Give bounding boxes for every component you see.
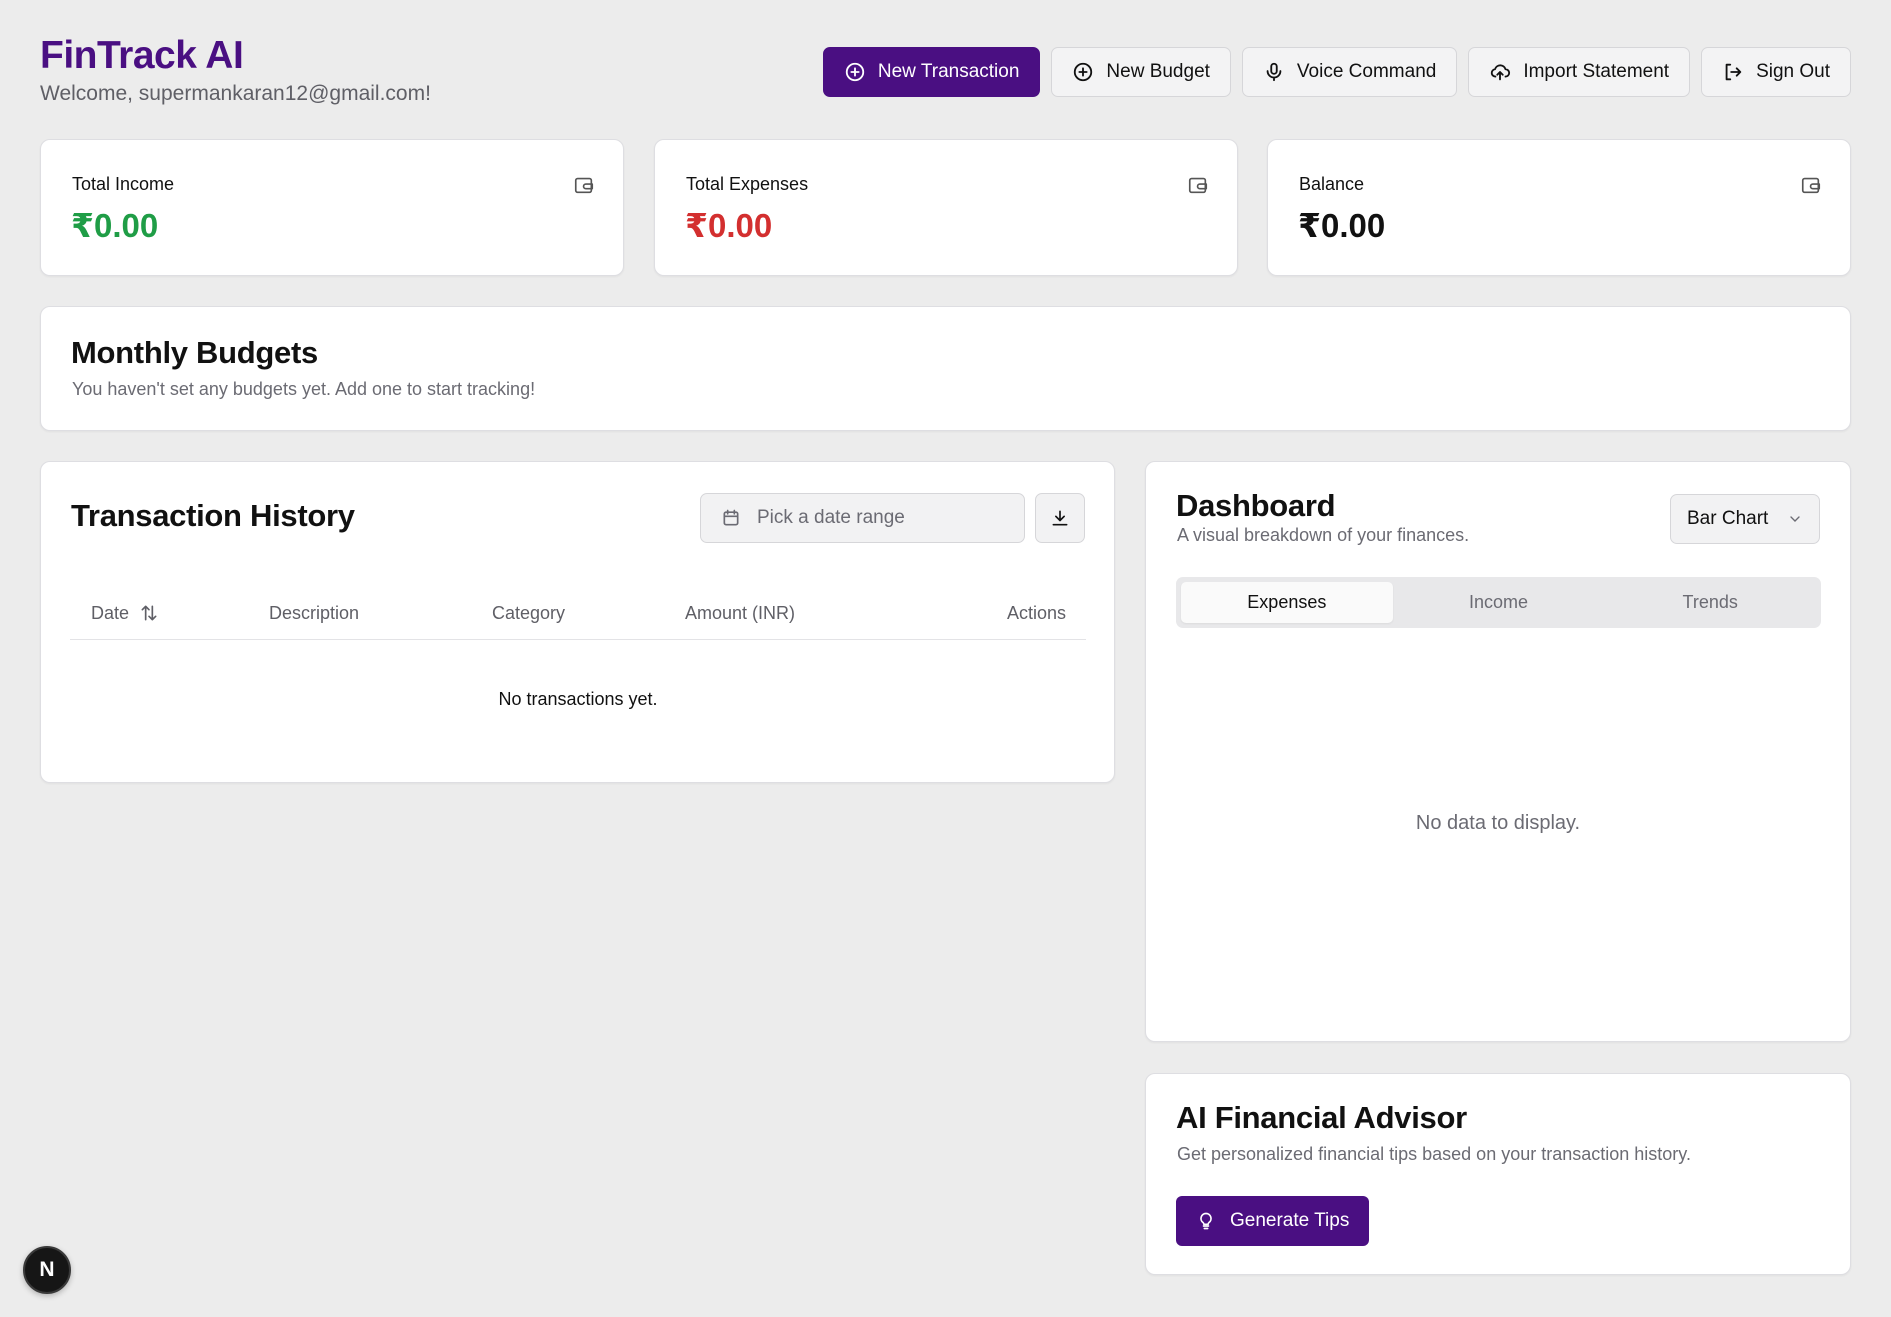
generate-tips-label: Generate Tips bbox=[1230, 1210, 1350, 1231]
new-transaction-label: New Transaction bbox=[877, 61, 1020, 82]
plus-circle-icon bbox=[845, 62, 865, 82]
table-header: Date Description Category Amount (INR) A… bbox=[70, 586, 1086, 640]
cloud-upload-icon bbox=[1491, 64, 1511, 81]
import-statement-label: Import Statement bbox=[1523, 61, 1670, 82]
balance-card: Balance ₹0.00 bbox=[1267, 139, 1851, 276]
dev-tools-badge[interactable]: N bbox=[23, 1246, 71, 1294]
voice-command-button[interactable]: Voice Command bbox=[1241, 47, 1458, 97]
generate-tips-button[interactable]: Generate Tips bbox=[1176, 1196, 1370, 1246]
wallet-icon bbox=[1188, 177, 1208, 194]
wallet-icon bbox=[1801, 177, 1821, 194]
tab-trends[interactable]: Trends bbox=[1604, 582, 1816, 623]
dashboard-title: Dashboard bbox=[1176, 488, 1336, 523]
calendar-icon bbox=[723, 509, 739, 526]
mic-icon bbox=[1266, 62, 1282, 82]
sort-icon bbox=[141, 605, 157, 621]
balance-value: ₹0.00 bbox=[1298, 207, 1386, 244]
wallet-icon bbox=[574, 177, 594, 194]
advisor-title: AI Financial Advisor bbox=[1176, 1100, 1467, 1135]
ai-advisor-card: AI Financial Advisor Get personalized fi… bbox=[1145, 1073, 1851, 1275]
voice-command-label: Voice Command bbox=[1296, 61, 1437, 82]
transaction-history-card: Transaction History Pick a date range Da… bbox=[40, 461, 1115, 783]
column-actions: Actions bbox=[1006, 602, 1066, 623]
log-out-icon bbox=[1725, 63, 1742, 81]
lightbulb-icon bbox=[1200, 1212, 1212, 1230]
no-data-text: No data to display. bbox=[1415, 812, 1581, 834]
budgets-title: Monthly Budgets bbox=[71, 335, 318, 370]
total-income-card: Total Income ₹0.00 bbox=[40, 139, 624, 276]
import-statement-button[interactable]: Import Statement bbox=[1468, 47, 1691, 97]
welcome-text: Welcome, supermankaran12@gmail.com! bbox=[40, 82, 431, 105]
tab-expenses[interactable]: Expenses bbox=[1181, 582, 1393, 623]
new-transaction-button[interactable]: New Transaction bbox=[822, 47, 1041, 97]
dashboard-subtitle: A visual breakdown of your finances. bbox=[1177, 525, 1470, 545]
empty-table-row: No transactions yet. bbox=[498, 688, 658, 709]
new-budget-button[interactable]: New Budget bbox=[1051, 47, 1231, 97]
header-actions: New Transaction New Budget Voice Command… bbox=[822, 47, 1851, 97]
total-income-value: ₹0.00 bbox=[71, 207, 159, 244]
date-range-placeholder: Pick a date range bbox=[757, 507, 905, 528]
app-page: FinTrack AI Welcome, supermankaran12@gma… bbox=[0, 0, 1891, 1317]
sign-out-button[interactable]: Sign Out bbox=[1701, 47, 1851, 97]
total-expenses-card: Total Expenses ₹0.00 bbox=[654, 139, 1238, 276]
total-expenses-label: Total Expenses bbox=[686, 174, 809, 194]
total-expenses-value: ₹0.00 bbox=[685, 207, 773, 244]
column-amount: Amount (INR) bbox=[685, 602, 796, 623]
history-title: Transaction History bbox=[71, 498, 355, 533]
app-title: FinTrack AI bbox=[40, 34, 244, 77]
date-range-picker[interactable]: Pick a date range bbox=[700, 493, 1025, 543]
total-income-label: Total Income bbox=[72, 174, 175, 194]
budgets-empty-text: You haven't set any budgets yet. Add one… bbox=[72, 379, 536, 399]
advisor-subtitle: Get personalized financial tips based on… bbox=[1177, 1144, 1691, 1164]
chevron-down-icon bbox=[1790, 516, 1800, 522]
tab-income[interactable]: Income bbox=[1393, 582, 1605, 623]
monthly-budgets-card: Monthly Budgets You haven't set any budg… bbox=[40, 306, 1851, 431]
dashboard-tabs: Expenses Income Trends bbox=[1176, 577, 1821, 628]
plus-circle-icon bbox=[1074, 62, 1093, 82]
chart-type-value: Bar Chart bbox=[1687, 508, 1769, 529]
download-icon bbox=[1052, 510, 1068, 526]
column-description: Description bbox=[269, 602, 360, 623]
brand-header: FinTrack AI Welcome, supermankaran12@gma… bbox=[40, 34, 431, 106]
download-button[interactable] bbox=[1035, 493, 1085, 543]
column-category: Category bbox=[492, 602, 566, 623]
chart-type-select[interactable]: Bar Chart bbox=[1670, 494, 1820, 544]
dashboard-card: Dashboard A visual breakdown of your fin… bbox=[1145, 461, 1851, 1042]
new-budget-label: New Budget bbox=[1106, 61, 1210, 82]
sign-out-label: Sign Out bbox=[1756, 61, 1830, 82]
column-date-label: Date bbox=[91, 602, 130, 623]
column-date[interactable]: Date bbox=[91, 586, 159, 640]
balance-label: Balance bbox=[1299, 174, 1365, 194]
